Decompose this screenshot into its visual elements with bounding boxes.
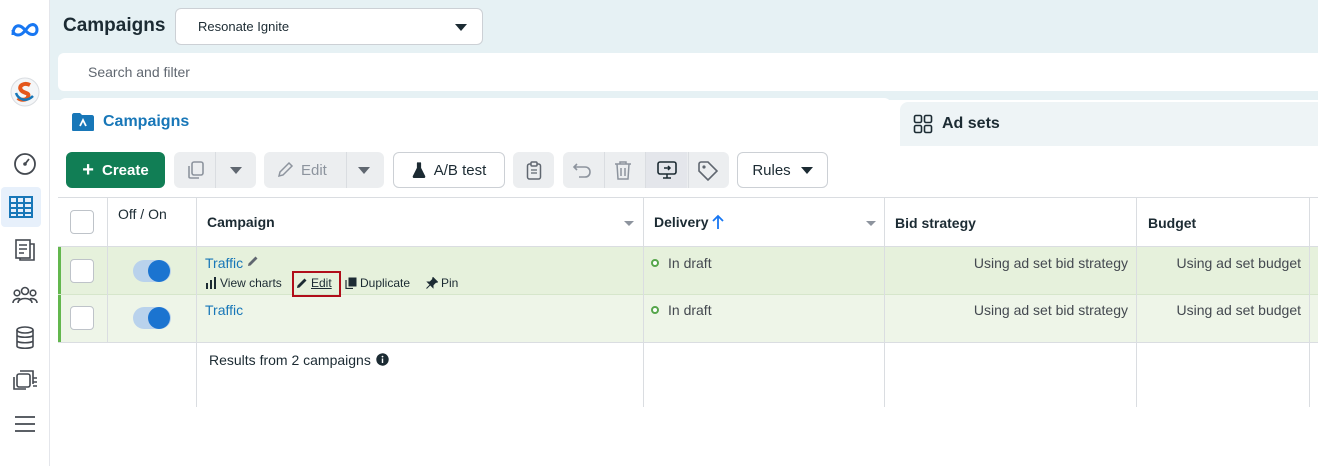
pencil-icon [276,161,294,179]
sort-icon[interactable] [624,221,634,226]
account-name: Resonate Ignite [198,19,290,34]
ab-test-button[interactable]: A/B test [393,152,505,188]
pencil-icon[interactable] [247,255,259,267]
header-bid-strategy[interactable]: Bid strategy [895,215,976,231]
campaign-name-link[interactable]: Traffic [205,302,243,318]
clipboard-icon [526,160,542,180]
rules-button[interactable]: Rules [737,152,828,188]
chevron-down-icon[interactable] [358,167,370,174]
tab-campaigns-label: Campaigns [103,113,190,130]
bid-strategy-value: Using ad set bid strategy [973,302,1128,318]
header-budget[interactable]: Budget [1148,215,1196,231]
bar-chart-icon [206,277,216,289]
account-selector[interactable]: Resonate Ignite [175,8,483,45]
app-logo-icon[interactable] [9,76,41,108]
flask-icon [412,162,426,178]
search-input[interactable]: Search and filter [58,53,1318,91]
header-delivery[interactable]: Delivery [654,214,708,230]
pin-link[interactable]: Pin [426,276,458,290]
status-dot [651,259,659,267]
budget-value: Using ad set budget [1176,255,1301,271]
view-charts-label: View charts [220,276,282,290]
delivery-status: In draft [668,255,712,271]
rules-label: Rules [752,161,791,179]
bid-strategy-value: Using ad set bid strategy [973,255,1128,271]
folder-icon [71,112,95,132]
search-placeholder: Search and filter [88,64,190,80]
clipboard-button[interactable] [513,152,554,188]
divider [604,152,605,188]
duplicate-label: Duplicate [360,276,411,290]
chevron-down-icon [800,166,813,174]
grid-icon [913,114,933,134]
divider [215,152,216,188]
budget-value: Using ad set budget [1176,302,1301,318]
meta-logo-icon[interactable] [9,14,41,46]
info-icon[interactable] [376,353,389,366]
dashboard-icon[interactable] [9,148,41,180]
campaign-name-link[interactable]: Traffic [205,255,243,271]
copy-icon [345,277,357,289]
chevron-down-icon[interactable] [230,167,242,174]
view-charts-link[interactable]: View charts [205,276,282,290]
status-dot [651,306,659,314]
sort-icon[interactable] [866,221,876,226]
divider [58,197,1318,198]
highlight-box [292,271,341,297]
divider [1309,197,1310,407]
divider [58,342,1318,343]
chevron-down-icon [455,24,467,31]
divider [107,197,108,343]
create-label: Create [101,161,149,179]
tab-adsets-label: Ad sets [942,115,1000,132]
copy-icon [187,161,205,179]
divider [58,294,1318,295]
delivery-status: In draft [668,302,712,318]
edit-button[interactable]: Edit [264,152,384,188]
document-icon[interactable] [9,234,41,266]
arrow-up-icon[interactable] [712,214,724,230]
audience-icon[interactable] [9,278,41,310]
selection-indicator [58,247,61,343]
page-title: Campaigns [63,15,166,36]
edit-label: Edit [301,162,327,179]
create-button[interactable]: + Create [66,152,165,188]
left-rail [0,0,50,466]
undo-icon[interactable] [573,161,593,179]
header-onoff: Off / On [118,206,167,222]
row-checkbox[interactable] [70,259,94,283]
header-campaign[interactable]: Campaign [207,214,275,230]
table-icon[interactable] [1,187,41,227]
database-icon[interactable] [9,322,41,354]
menu-icon[interactable] [9,408,41,440]
plus-icon: + [82,158,94,181]
publish-button[interactable] [646,152,687,188]
divider [688,152,689,188]
export-icon [656,160,678,180]
campaign-toggle[interactable] [133,307,171,329]
select-all-checkbox[interactable] [70,210,94,234]
ab-test-label: A/B test [433,161,487,179]
media-icon[interactable] [9,364,41,396]
divider [346,152,347,188]
row-checkbox[interactable] [70,306,94,330]
results-summary: Results from 2 campaigns [209,352,371,368]
duplicate-link[interactable]: Duplicate [345,276,410,290]
pin-icon [426,277,438,289]
trash-icon[interactable] [614,160,632,180]
campaign-toggle[interactable] [133,260,171,282]
divider [643,197,644,407]
pin-label: Pin [441,276,459,290]
divider [196,197,197,407]
tag-icon[interactable] [698,161,718,181]
